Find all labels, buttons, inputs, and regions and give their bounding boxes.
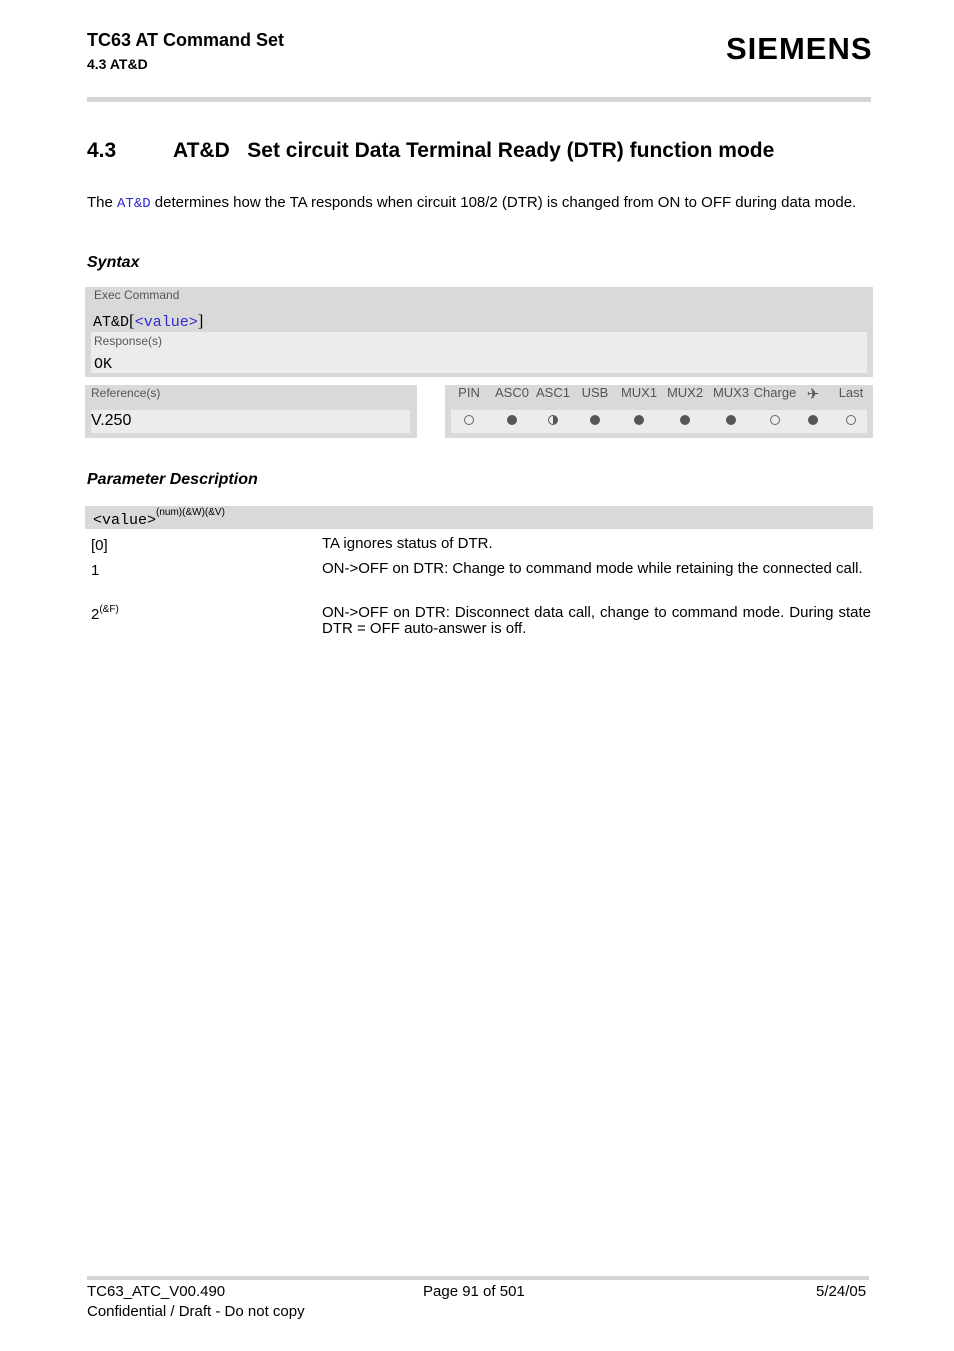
param-value-desc: ON->OFF on DTR: Disconnect data call, ch… xyxy=(322,604,871,637)
flag-indicator xyxy=(617,411,661,428)
response-label: Response(s) xyxy=(94,334,163,348)
header-divider xyxy=(87,97,871,102)
section-reference: 4.3 AT&D xyxy=(87,56,148,72)
param-value-key: [0] xyxy=(91,535,108,554)
siemens-logo: SIEMENS xyxy=(726,31,873,66)
flag-indicator xyxy=(663,411,707,428)
param-key-sup: (&F) xyxy=(99,604,119,615)
param-value-desc: ON->OFF on DTR: Change to command mode w… xyxy=(322,560,863,577)
parameter-attributes: (num)(&W)(&V) xyxy=(156,507,225,518)
param-value-key: 2(&F) xyxy=(91,604,119,623)
reference-value: V.250 xyxy=(91,412,132,429)
filled-circle-icon xyxy=(680,415,690,426)
footer-page-number: Page 91 of 501 xyxy=(423,1283,525,1300)
section-title: AT&D Set circuit Data Terminal Ready (DT… xyxy=(173,139,775,162)
flag-label-mux1: MUX1 xyxy=(620,385,658,400)
parameter-name-text: <value> xyxy=(93,512,157,529)
exec-command: AT&D[<value>] xyxy=(93,311,203,331)
flag-label-pin: PIN xyxy=(458,385,480,400)
flag-label-last: Last xyxy=(838,385,864,400)
parameter-description-heading: Parameter Description xyxy=(87,471,258,488)
value-param-link[interactable]: <value> xyxy=(135,314,198,331)
syntax-heading: Syntax xyxy=(87,254,140,271)
half-circle-icon xyxy=(548,415,558,426)
flag-indicator xyxy=(573,411,617,428)
section-heading: 4.3 AT&D Set circuit Data Terminal Ready … xyxy=(87,139,774,163)
interface-flags-table: PIN ASC0 ASC1 USB MUX1 MUX2 MUX3 Charge ✈ Last xyxy=(445,385,873,438)
flag-label-usb: USB xyxy=(581,385,609,400)
empty-circle-icon xyxy=(770,415,780,426)
flag-label-mux2: MUX2 xyxy=(666,385,704,400)
footer-doc-id: TC63_ATC_V00.490 xyxy=(87,1283,226,1300)
empty-circle-icon xyxy=(846,415,856,426)
exec-command-label: Exec Command xyxy=(94,288,180,302)
intro-text-pre: The xyxy=(87,194,118,211)
reference-label: Reference(s) xyxy=(91,386,161,400)
flag-indicator xyxy=(447,411,491,428)
flag-indicator xyxy=(709,411,753,428)
param-value-key: 1 xyxy=(91,560,99,579)
flag-label-asc1: ASC1 xyxy=(536,385,570,400)
filled-circle-icon xyxy=(507,415,517,426)
optional-bracket-close: ] xyxy=(197,311,204,330)
response-value: OK xyxy=(94,356,113,373)
section-number: 4.3 xyxy=(87,139,117,162)
response-section: Response(s) OK xyxy=(91,332,867,373)
flag-label-mux3: MUX3 xyxy=(712,385,750,400)
command-link[interactable]: AT&D xyxy=(117,196,151,212)
parameter-header: <value>(num)(&W)(&V) xyxy=(85,506,873,529)
empty-circle-icon xyxy=(464,415,474,426)
param-value-desc: TA ignores status of DTR. xyxy=(322,535,493,552)
intro-paragraph: The AT&D determines how the TA responds … xyxy=(87,194,871,213)
footer-divider xyxy=(87,1276,869,1280)
parameter-name: <value>(num)(&W)(&V) xyxy=(93,507,225,529)
flag-label-asc0: ASC0 xyxy=(495,385,529,400)
flag-indicator xyxy=(531,411,575,428)
filled-circle-icon xyxy=(634,415,644,426)
param-key-text: 1 xyxy=(91,562,100,579)
document-title: TC63 AT Command Set xyxy=(87,30,285,50)
filled-circle-icon xyxy=(726,415,736,426)
filled-circle-icon xyxy=(590,415,600,426)
filled-circle-icon xyxy=(808,415,818,426)
exec-command-text: AT&D xyxy=(93,314,130,331)
footer-date: 5/24/05 xyxy=(816,1283,867,1300)
flag-indicator xyxy=(490,411,534,428)
footer-confidential: Confidential / Draft - Do not copy xyxy=(87,1303,305,1320)
reference-table: Reference(s) V.250 xyxy=(85,385,417,438)
intro-text-post: determines how the TA responds when circ… xyxy=(150,194,857,211)
param-key-text: [0] xyxy=(91,537,108,554)
flag-indicator xyxy=(829,411,873,428)
syntax-table: Exec Command AT&D[<value>] Response(s) O… xyxy=(85,287,873,377)
reference-value-cell: V.250 xyxy=(91,410,410,433)
